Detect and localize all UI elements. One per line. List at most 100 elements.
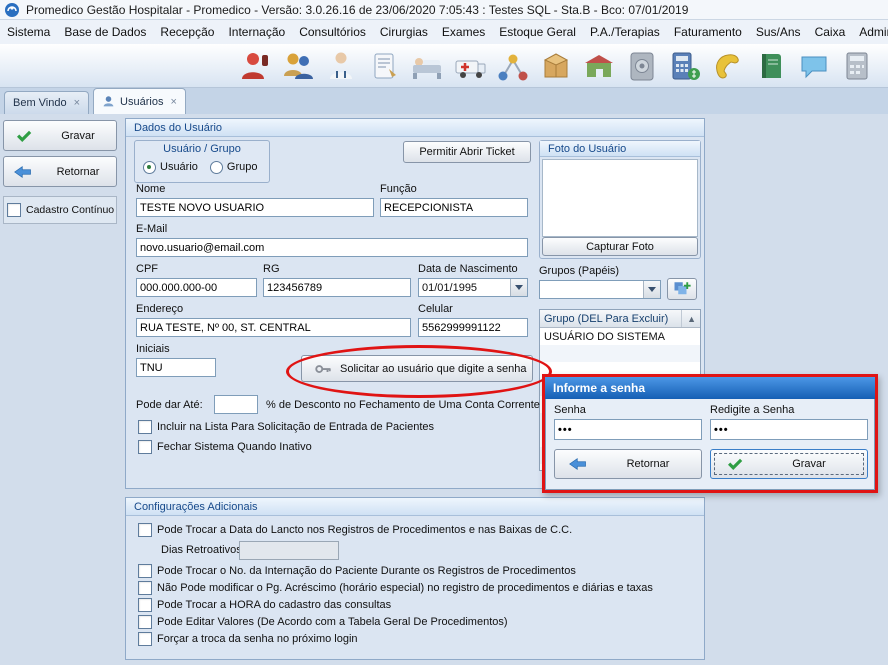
ledger-icon[interactable]: [754, 49, 788, 83]
trocar-data-lancto-label: Pode Trocar a Data do Lancto nos Registr…: [157, 524, 572, 536]
check-icon: [725, 455, 743, 473]
hospital-bed-icon[interactable]: [410, 49, 444, 83]
menu-item-exames[interactable]: Exames: [435, 25, 492, 39]
check-icon: [14, 127, 32, 145]
dropdown-arrow-icon[interactable]: [510, 279, 527, 296]
email-label: E-Mail: [136, 223, 167, 235]
market-icon[interactable]: [582, 49, 616, 83]
menu-item-sus-ans[interactable]: Sus/Ans: [749, 25, 808, 39]
arrow-left-icon: [14, 163, 32, 181]
fechar-sistema-checkbox[interactable]: Fechar Sistema Quando Inativo: [138, 440, 312, 454]
retornar-button[interactable]: Retornar: [3, 156, 117, 187]
adicionar-grupo-button[interactable]: [667, 278, 697, 300]
panel-title: Configurações Adicionais: [134, 501, 258, 513]
menu-item-internacao[interactable]: Internação: [221, 25, 292, 39]
foto-caption: Foto do Usuário: [548, 143, 626, 155]
solicitar-senha-label: Solicitar ao usuário que digite a senha: [340, 363, 527, 375]
menu-bar: Sistema Base de Dados Recepção Internaçã…: [0, 20, 888, 44]
tab-bem-vindo[interactable]: Bem Vindo ×: [4, 91, 89, 114]
menu-item-cirurgias[interactable]: Cirurgias: [373, 25, 435, 39]
menu-item-sistema[interactable]: Sistema: [0, 25, 57, 39]
tab-usuarios[interactable]: Usuários ×: [93, 88, 186, 114]
senha-dialog-body: Senha Redigite a Senha Retornar Gravar: [545, 399, 875, 490]
cpf-label: CPF: [136, 263, 158, 275]
cpf-input[interactable]: [136, 278, 257, 297]
grupos-papeis-label: Grupos (Papéis): [539, 265, 619, 277]
pg-acrescimo-label: Não Pode modificar o Pg. Acréscimo (horá…: [157, 582, 653, 594]
incluir-lista-checkbox[interactable]: Incluir na Lista Para Solicitação de Ent…: [138, 420, 434, 434]
ambulance-icon[interactable]: [453, 49, 487, 83]
nascimento-combo[interactable]: 01/01/1995: [418, 278, 528, 297]
rg-label: RG: [263, 263, 280, 275]
capturar-foto-button[interactable]: Capturar Foto: [542, 237, 698, 256]
menu-item-consultorios[interactable]: Consultórios: [292, 25, 373, 39]
senha-gravar-button[interactable]: Gravar: [710, 449, 868, 479]
permitir-abrir-ticket-button[interactable]: Permitir Abrir Ticket: [403, 141, 531, 163]
safe-icon[interactable]: [625, 49, 659, 83]
menu-item-caixa[interactable]: Caixa: [808, 25, 853, 39]
senha-input[interactable]: [554, 419, 702, 440]
grupo-list-header-label: Grupo (DEL Para Excluir): [544, 313, 668, 325]
sort-arrow-icon[interactable]: ▲: [681, 310, 696, 327]
grupos-papeis-combo[interactable]: [539, 280, 661, 299]
menu-item-pa-terapias[interactable]: P.A./Terapias: [583, 25, 667, 39]
trocar-no-internacao-checkbox[interactable]: Pode Trocar o No. da Internação do Pacie…: [138, 564, 576, 578]
radio-usuario[interactable]: Usuário: [143, 161, 198, 174]
radio-grupo[interactable]: Grupo: [210, 161, 258, 174]
dias-retroativos-input[interactable]: [239, 541, 339, 560]
menu-item-estoque-geral[interactable]: Estoque Geral: [492, 25, 583, 39]
menu-item-recepcao[interactable]: Recepção: [153, 25, 221, 39]
phone-icon[interactable]: [711, 49, 745, 83]
rg-input[interactable]: [263, 278, 411, 297]
editar-valores-checkbox[interactable]: Pode Editar Valores (De Acordo com a Tab…: [138, 615, 508, 629]
grupo-list-row[interactable]: USUÁRIO DO SISTEMA: [540, 328, 700, 345]
celular-label: Celular: [418, 303, 453, 315]
funcao-input[interactable]: [380, 198, 528, 217]
trocar-hora-checkbox[interactable]: Pode Trocar a HORA do cadastro das consu…: [138, 598, 391, 612]
trocar-no-internacao-label: Pode Trocar o No. da Internação do Pacie…: [157, 565, 576, 577]
menu-item-faturamento[interactable]: Faturamento: [667, 25, 749, 39]
desconto-input[interactable]: [214, 395, 258, 414]
checkbox-box: [138, 440, 152, 454]
nascimento-label: Data de Nascimento: [418, 263, 518, 275]
senha-retornar-button[interactable]: Retornar: [554, 449, 702, 479]
senha-retornar-label: Retornar: [595, 458, 701, 470]
iniciais-input[interactable]: [136, 358, 216, 377]
tab-close-icon[interactable]: ×: [74, 97, 80, 109]
menu-item-administracao[interactable]: Administra: [852, 25, 888, 39]
chat-icon[interactable]: [797, 49, 831, 83]
gravar-button[interactable]: Gravar: [3, 120, 117, 151]
cash-register-icon[interactable]: [668, 49, 702, 83]
nome-input[interactable]: [136, 198, 374, 217]
tab-label: Usuários: [120, 96, 163, 108]
foto-usuario-group: Foto do Usuário Capturar Foto: [539, 140, 701, 259]
application-window: Promedico Gestão Hospitalar - Promedico …: [0, 0, 888, 665]
network-icon[interactable]: [496, 49, 530, 83]
trocar-data-lancto-checkbox[interactable]: Pode Trocar a Data do Lancto nos Registr…: [138, 523, 572, 537]
senha-dialog-titlebar[interactable]: Informe a senha: [545, 377, 875, 399]
calculator-icon[interactable]: [840, 49, 874, 83]
forcar-troca-senha-label: Forçar a troca da senha no próximo login: [157, 633, 358, 645]
grupo-list-header[interactable]: Grupo (DEL Para Excluir) ▲: [540, 310, 700, 328]
pg-acrescimo-checkbox[interactable]: Não Pode modificar o Pg. Acréscimo (horá…: [138, 581, 653, 595]
reception-icon[interactable]: [238, 49, 272, 83]
redigite-senha-input[interactable]: [710, 419, 868, 440]
celular-input[interactable]: [418, 318, 528, 337]
cadastro-continuo-checkbox[interactable]: Cadastro Contínuo: [3, 196, 117, 224]
menu-item-base-de-dados[interactable]: Base de Dados: [57, 25, 153, 39]
solicitar-senha-button[interactable]: Solicitar ao usuário que digite a senha: [301, 355, 533, 382]
checkbox-box: [138, 598, 152, 612]
endereco-input[interactable]: [136, 318, 411, 337]
tab-close-icon[interactable]: ×: [170, 96, 176, 108]
usuario-grupo-groupbox: Usuário / Grupo Usuário Grupo: [134, 140, 270, 183]
checkbox-box: [138, 420, 152, 434]
patients-icon[interactable]: [281, 49, 315, 83]
doctor-icon[interactable]: [324, 49, 358, 83]
email-input[interactable]: [136, 238, 528, 257]
add-group-icon: [673, 280, 691, 298]
stock-icon[interactable]: [539, 49, 573, 83]
forcar-troca-senha-checkbox[interactable]: Forçar a troca da senha no próximo login: [138, 632, 358, 646]
medical-record-icon[interactable]: [367, 49, 401, 83]
dropdown-arrow-icon[interactable]: [643, 281, 660, 298]
redigite-senha-label: Redigite a Senha: [710, 404, 794, 416]
